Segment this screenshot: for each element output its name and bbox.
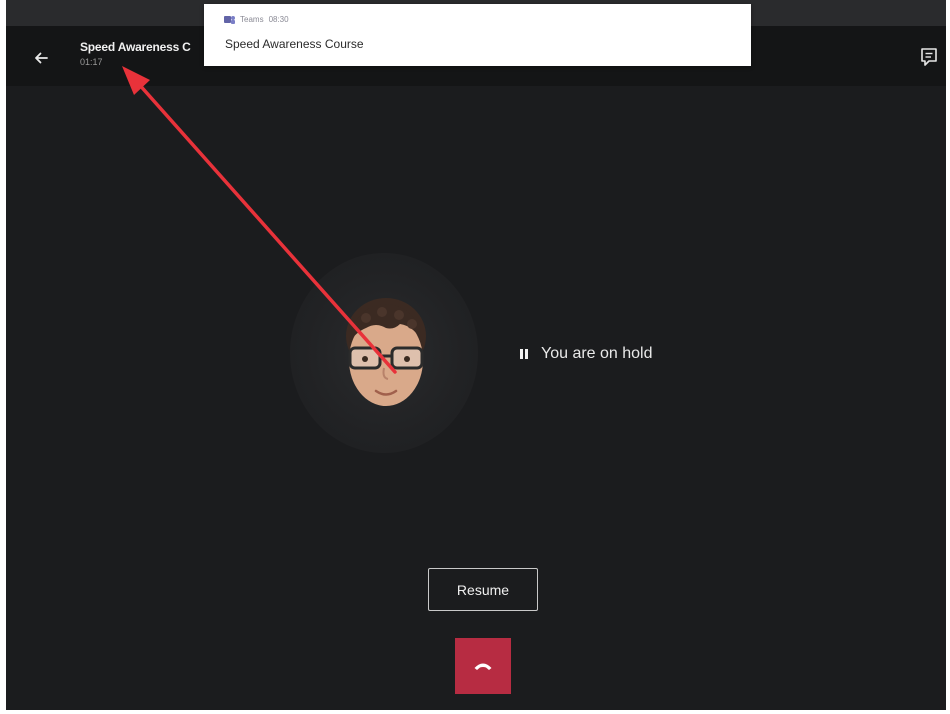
resume-button[interactable]: Resume: [428, 568, 538, 611]
pause-icon: [520, 349, 528, 359]
chat-button[interactable]: [916, 44, 942, 70]
notification-header: Teams 08:30: [224, 15, 289, 24]
hold-status: You are on hold: [519, 345, 653, 363]
back-button[interactable]: [28, 45, 54, 71]
notification-time: 08:30: [268, 15, 289, 24]
call-screen: Speed Awareness C 01:17 You are on hold …: [6, 0, 946, 710]
arrow-left-icon: [35, 52, 48, 64]
notification-message: Speed Awareness Course: [225, 37, 364, 51]
teams-notification[interactable]: Teams 08:30 Speed Awareness Course: [204, 4, 751, 66]
chat-icon: [921, 48, 937, 66]
phone-hangup-icon: [474, 663, 492, 670]
call-timer: 01:17: [80, 57, 103, 67]
teams-logo-icon: [224, 16, 235, 24]
call-title: Speed Awareness C: [80, 40, 191, 54]
avatar: [336, 288, 436, 418]
notification-app-name: Teams: [240, 15, 264, 24]
hangup-button[interactable]: [455, 638, 511, 694]
hold-status-label: You are on hold: [541, 345, 653, 362]
